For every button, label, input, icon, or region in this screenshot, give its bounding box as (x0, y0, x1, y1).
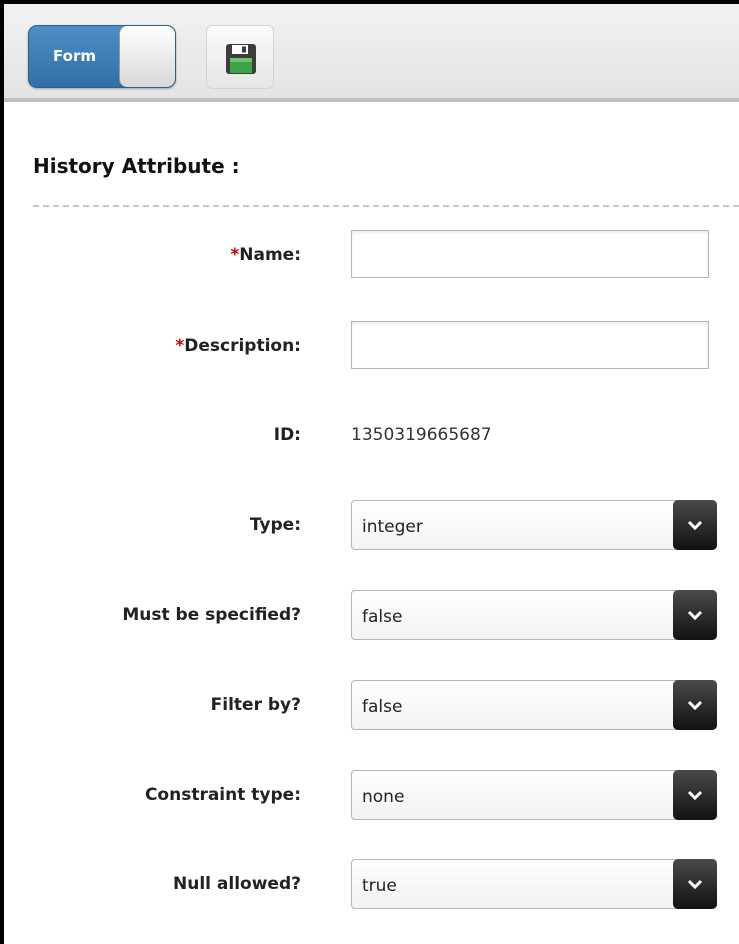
constraint-type-value: none (362, 787, 405, 807)
required-marker: * (230, 245, 240, 265)
null-allowed-row: Null allowed? true (0, 859, 739, 909)
name-input[interactable] (351, 230, 709, 278)
description-input[interactable] (351, 321, 709, 369)
filter-by-row: Filter by? false (0, 680, 739, 730)
toggle-knob (119, 26, 175, 87)
type-label: Type: (249, 515, 301, 535)
type-row: Type: integer (0, 500, 739, 550)
constraint-type-select[interactable]: none (351, 770, 717, 820)
filter-by-value: false (362, 697, 403, 717)
chevron-down-icon[interactable] (673, 590, 717, 640)
type-select[interactable]: integer (351, 500, 717, 550)
section-title: History Attribute : (33, 154, 240, 178)
section-divider (33, 205, 739, 207)
toolbar: Form (4, 4, 739, 102)
chevron-down-icon[interactable] (673, 770, 717, 820)
save-button[interactable] (206, 25, 274, 89)
form-view-toggle[interactable]: Form (28, 25, 176, 88)
filter-by-label: Filter by? (210, 695, 301, 715)
type-select-value: integer (362, 517, 423, 537)
description-label: *Description: (175, 336, 301, 356)
id-value: 1350319665687 (351, 425, 492, 445)
name-row: *Name: (0, 230, 739, 280)
must-be-specified-label: Must be specified? (122, 605, 301, 625)
null-allowed-select[interactable]: true (351, 859, 717, 909)
chevron-down-icon[interactable] (673, 500, 717, 550)
floppy-disk-icon (226, 44, 256, 74)
constraint-type-row: Constraint type: none (0, 770, 739, 820)
null-allowed-value: true (362, 876, 397, 896)
must-be-specified-value: false (362, 607, 403, 627)
constraint-type-label: Constraint type: (144, 785, 301, 805)
chevron-down-icon[interactable] (673, 680, 717, 730)
must-be-specified-select[interactable]: false (351, 590, 717, 640)
chevron-down-icon[interactable] (673, 859, 717, 909)
required-marker: * (175, 336, 185, 356)
null-allowed-label: Null allowed? (173, 874, 301, 894)
must-be-specified-row: Must be specified? false (0, 590, 739, 640)
id-row: ID: 1350319665687 (0, 410, 739, 460)
form-toggle-label: Form (53, 47, 96, 65)
filter-by-select[interactable]: false (351, 680, 717, 730)
name-label: *Name: (230, 245, 301, 265)
id-label: ID: (273, 425, 301, 445)
description-row: *Description: (0, 321, 739, 371)
